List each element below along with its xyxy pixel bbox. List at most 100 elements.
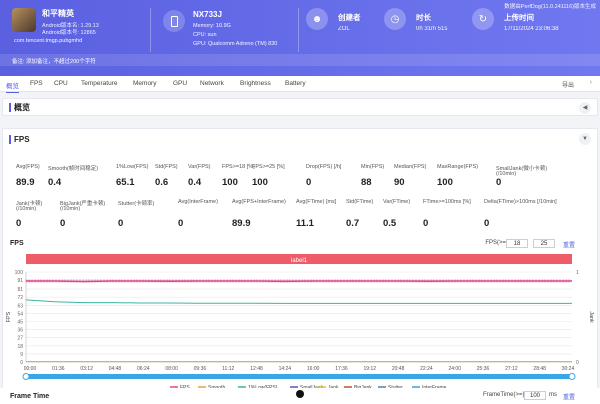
- record-dot-icon: [296, 390, 304, 398]
- game-icon: [12, 8, 36, 32]
- x-tick-label: 17:36: [335, 366, 348, 372]
- frametime-title: Frame Time: [10, 393, 50, 400]
- tab-overview[interactable]: 概览: [6, 80, 19, 93]
- tab-brightness[interactable]: Brightness: [240, 80, 271, 87]
- metric-label: Avg(FTime) [ms]: [296, 199, 337, 205]
- y-tick-label: 45: [17, 320, 23, 326]
- frametime-reset-button[interactable]: 重置: [563, 392, 575, 401]
- duration-value: 0h 31m 51s: [416, 26, 448, 32]
- metric-label: Median(FPS): [394, 164, 427, 170]
- label-bar-text: label1: [291, 258, 308, 264]
- metric-label: Drop(FPS) [/h]: [306, 164, 342, 170]
- export-button[interactable]: 导出: [562, 80, 574, 89]
- metric-label: Std(FTime): [346, 199, 374, 205]
- tab-gpu[interactable]: GPU: [173, 80, 187, 87]
- device-name: NX733J: [193, 10, 222, 19]
- metric-value: 0: [496, 177, 502, 188]
- x-tick-label: 19:12: [364, 366, 377, 372]
- duration-label: 时长: [416, 13, 431, 22]
- y-tick-label: 36: [17, 328, 23, 334]
- y-tick-label: 63: [17, 303, 23, 309]
- metric-label: Avg(FPS+InterFrame): [232, 199, 286, 205]
- metric-value: 0.7: [346, 218, 360, 229]
- upload-label: 上传时间: [504, 13, 534, 22]
- x-tick-label: 20:48: [392, 366, 405, 372]
- x-tick-label: 12:48: [250, 366, 263, 372]
- metric-label: Smooth(帧时间稳定): [48, 166, 99, 172]
- fps-threshold-input-1[interactable]: 18: [506, 239, 528, 248]
- chevron-right-icon[interactable]: ›: [590, 79, 592, 86]
- right-axis-label: Jank: [588, 311, 594, 323]
- x-tick-label: 04:48: [109, 366, 122, 372]
- x-tick-label: 14:24: [279, 366, 292, 372]
- metric-label: MaxRange(FPS): [437, 164, 478, 170]
- collapse-left-icon[interactable]: ◀: [579, 102, 591, 114]
- metric-value: 0.5: [383, 218, 397, 229]
- tab-bar: 概览 FPS CPU Temperature Memory GPU Networ…: [0, 76, 600, 93]
- collapse-down-icon[interactable]: ▼: [579, 133, 591, 145]
- divider: [150, 8, 151, 52]
- metric-value: 11.1: [296, 218, 314, 229]
- metric-value: 65.1: [116, 177, 135, 188]
- fps-section-title: FPS: [9, 135, 30, 144]
- metric-value: 100: [437, 177, 453, 188]
- tab-battery[interactable]: Battery: [285, 80, 306, 87]
- metric-value: 90: [394, 177, 405, 188]
- y-tick-label: 27: [17, 336, 23, 342]
- slider-handle-right: [568, 373, 576, 380]
- tab-cpu[interactable]: CPU: [54, 80, 68, 87]
- metric-value: 0: [118, 218, 124, 229]
- series-line: [25, 299, 572, 304]
- device-memory: Memory: 10.9G: [193, 23, 231, 29]
- slider-handle-left: [22, 373, 30, 380]
- tab-memory[interactable]: Memory: [133, 80, 156, 87]
- metric-value: 0: [60, 218, 66, 229]
- note-field[interactable]: 备注: 添加备注，不超过200个字符: [0, 54, 600, 66]
- upload-value: 17/11/2024 23:06:38: [504, 26, 559, 32]
- tab-temperature[interactable]: Temperature: [81, 80, 118, 87]
- game-package: com.tencent.tmgp.pubgmhd: [14, 38, 83, 44]
- x-tick-label: 11:12: [222, 366, 234, 372]
- fps-threshold-input-2[interactable]: 25: [533, 239, 555, 248]
- overview-title: 概览: [9, 103, 30, 112]
- frametime-threshold-input[interactable]: 100: [524, 391, 546, 400]
- x-tick-label: 16:00: [307, 366, 320, 372]
- metric-label: Delta(FTime)>100ms [/10min]: [484, 199, 557, 205]
- x-tick-label: 27:12: [505, 366, 518, 372]
- y-tick-label: 18: [17, 344, 23, 350]
- metric-label: FPS>=25 [%]: [252, 164, 285, 170]
- fps-chart[interactable]: label109182736455463728191100FPS Jank0100…: [0, 248, 600, 398]
- metric-value: 0: [306, 177, 312, 188]
- tab-fps[interactable]: FPS: [30, 80, 43, 87]
- x-tick-label: 00:00: [24, 366, 37, 372]
- tab-network[interactable]: Network: [200, 80, 224, 87]
- frametime-filter-label: FrameTime(>=): [483, 392, 525, 398]
- metric-label: 1%Low(FPS): [116, 164, 149, 170]
- frametime-header: Frame Time FrameTime(>=) 100 ms 重置: [0, 388, 600, 404]
- phone-icon: [163, 10, 185, 32]
- metric-value: 89.9: [232, 218, 251, 229]
- metric-value: 0: [16, 218, 22, 229]
- metric-value: 88: [361, 177, 372, 188]
- time-range-slider: [26, 374, 572, 379]
- metric-label: Std(FPS): [155, 164, 178, 170]
- user-icon: ☻: [306, 8, 328, 30]
- metric-label: Stutter(卡顿率): [118, 201, 155, 207]
- y-tick-label: 9: [20, 352, 23, 358]
- x-tick-label: 25:36: [477, 366, 490, 372]
- x-tick-label: 09:36: [194, 366, 207, 372]
- metric-label-unit: (/10min): [16, 206, 37, 212]
- y-tick-label: 91: [17, 278, 23, 284]
- creator-label: 创建者: [338, 13, 361, 22]
- x-tick-label: 30:24: [562, 366, 575, 372]
- x-tick-label: 01:36: [52, 366, 65, 372]
- report-header: 数据由PerfDog(11.0.241116)版本生成 和平精英 Android…: [0, 0, 600, 76]
- clock-icon: ◷: [384, 8, 406, 30]
- metric-label: FPS>=18 [%]: [222, 164, 255, 170]
- x-tick-label: 24:00: [448, 366, 461, 372]
- frametime-unit: ms: [549, 392, 557, 398]
- metric-value: 100: [252, 177, 268, 188]
- metric-value: 0: [484, 218, 490, 229]
- x-tick-label: 06:24: [137, 366, 150, 372]
- metric-value: 0.6: [155, 177, 169, 188]
